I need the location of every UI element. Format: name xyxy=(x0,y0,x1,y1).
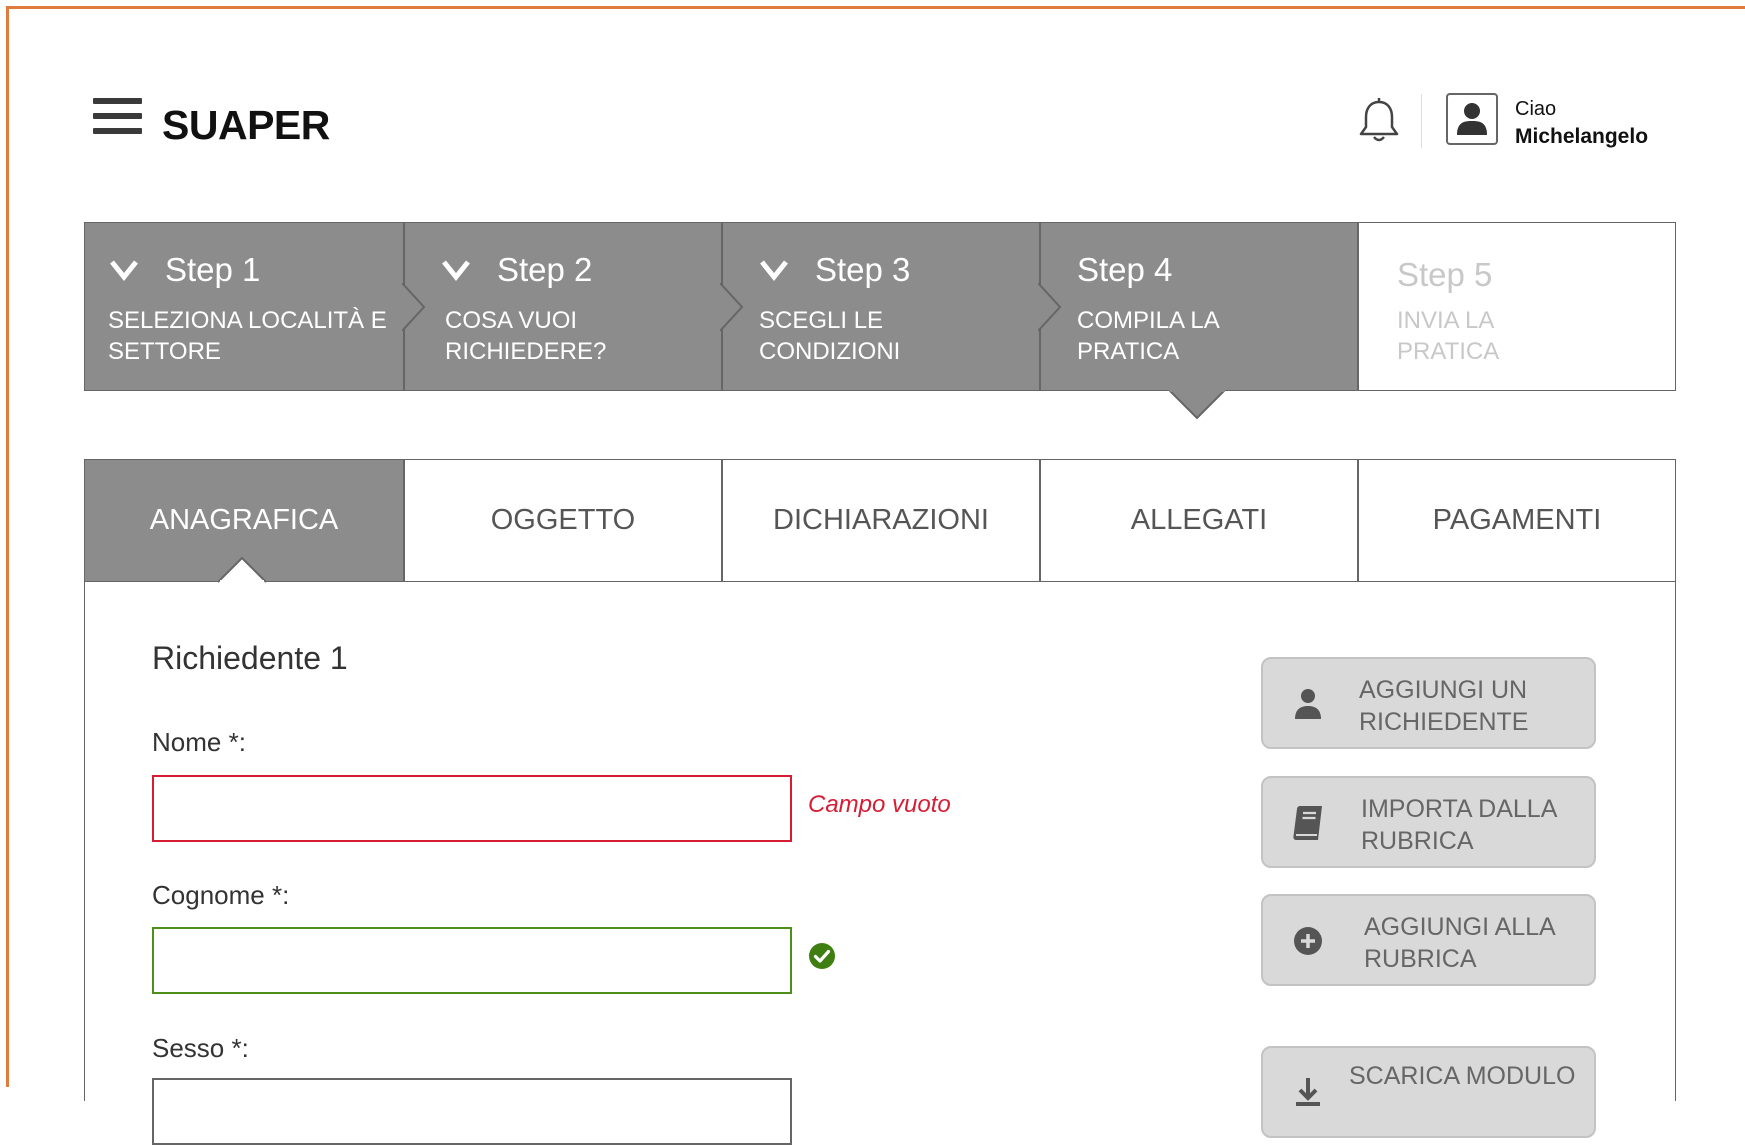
nome-input[interactable] xyxy=(152,775,792,842)
button-label: SCARICA MODULO xyxy=(1349,1062,1576,1090)
plus-circle-icon xyxy=(1294,927,1322,955)
chevron-down-icon xyxy=(110,260,138,281)
tab-dichiarazioni[interactable]: DICHIARAZIONI xyxy=(721,460,1039,581)
button-label: AGGIUNGI ALLA RUBRICA xyxy=(1364,913,1555,973)
step-separator-arrow xyxy=(402,283,426,331)
check-circle-icon xyxy=(809,943,835,969)
button-label: IMPORTA DALLA RUBRICA xyxy=(1361,795,1556,855)
header-divider xyxy=(1421,94,1422,148)
user-icon xyxy=(1295,689,1321,719)
add-applicant-button[interactable]: AGGIUNGI UN RICHIEDENTE xyxy=(1261,657,1596,749)
step-2[interactable]: Step 2 COSA VUOI RICHIEDERE? xyxy=(403,223,721,390)
sesso-label: Sesso *: xyxy=(152,1033,249,1063)
step-title: Step 2 xyxy=(497,251,593,288)
nome-label: Nome *: xyxy=(152,727,246,757)
chevron-down-icon xyxy=(442,260,470,281)
app-logo[interactable]: SUAPER xyxy=(162,102,330,149)
step-1[interactable]: Step 1 SELEZIONA LOCALITÀ E SETTORE xyxy=(85,223,403,390)
chevron-down-icon xyxy=(760,260,788,281)
step-5[interactable]: Step 5 INVIA LA PRATICA xyxy=(1357,223,1675,390)
step-separator-arrow xyxy=(720,283,744,331)
step-description: INVIA LA PRATICA xyxy=(1397,307,1500,365)
tab-oggetto[interactable]: OGGETTO xyxy=(403,460,721,581)
form-tabs: ANAGRAFICA OGGETTO DICHIARAZIONI ALLEGAT… xyxy=(84,459,1676,582)
sesso-input[interactable] xyxy=(152,1078,792,1145)
step-description: COMPILA LA PRATICA xyxy=(1077,307,1219,365)
hamburger-menu-icon[interactable] xyxy=(93,98,142,138)
import-from-addressbook-button[interactable]: IMPORTA DALLA RUBRICA xyxy=(1261,776,1596,868)
step-4[interactable]: Step 4 COMPILA LA PRATICA xyxy=(1039,223,1357,390)
bell-icon[interactable] xyxy=(1356,96,1402,144)
book-icon xyxy=(1293,806,1322,840)
active-tab-pointer xyxy=(218,556,266,583)
greeting-text: Ciao xyxy=(1515,98,1557,120)
nome-error-message: Campo vuoto xyxy=(808,791,951,818)
step-title: Step 5 xyxy=(1397,256,1493,293)
download-icon xyxy=(1296,1078,1320,1106)
section-title: Richiedente 1 xyxy=(152,640,348,676)
cognome-input[interactable] xyxy=(152,927,792,994)
tab-allegati[interactable]: ALLEGATI xyxy=(1039,460,1357,581)
cognome-label: Cognome *: xyxy=(152,880,290,910)
step-title: Step 4 xyxy=(1077,251,1173,288)
step-description: SCEGLI LE CONDIZIONI xyxy=(759,307,901,365)
step-title: Step 3 xyxy=(815,251,911,288)
step-separator-arrow xyxy=(1038,283,1062,331)
avatar[interactable] xyxy=(1446,93,1498,145)
progress-stepper: Step 1 SELEZIONA LOCALITÀ E SETTORE Step… xyxy=(84,222,1676,391)
user-avatar-icon xyxy=(1457,103,1487,135)
step-3[interactable]: Step 3 SCEGLI LE CONDIZIONI xyxy=(721,223,1039,390)
step-title: Step 1 xyxy=(165,251,261,288)
user-name[interactable]: Michelangelo xyxy=(1515,125,1648,149)
step-description: SELEZIONA LOCALITÀ E SETTORE xyxy=(108,307,387,365)
add-to-addressbook-button[interactable]: AGGIUNGI ALLA RUBRICA xyxy=(1261,894,1596,986)
step-description: COSA VUOI RICHIEDERE? xyxy=(445,307,607,365)
tab-pagamenti[interactable]: PAGAMENTI xyxy=(1357,460,1675,581)
button-label: AGGIUNGI UN RICHIEDENTE xyxy=(1359,676,1529,736)
download-form-button[interactable]: SCARICA MODULO xyxy=(1261,1046,1596,1138)
active-step-pointer xyxy=(1169,390,1225,420)
